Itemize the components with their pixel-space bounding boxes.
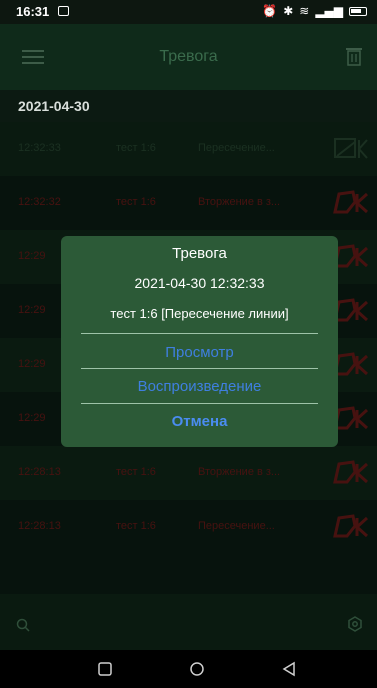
alarm-clock-icon: ⏰ — [262, 4, 278, 18]
divider — [81, 403, 318, 404]
cancel-button[interactable]: Отмена — [81, 407, 318, 437]
divider — [81, 368, 318, 369]
dialog-datetime: 2021-04-30 12:32:33 — [134, 275, 265, 291]
recent-apps-icon[interactable] — [96, 660, 114, 678]
status-bar: 16:31 ⏰ ✱ ≋ ▂▄▆ — [0, 0, 377, 24]
page-title: Тревога — [159, 48, 218, 65]
bluetooth-icon: ✱ — [283, 4, 294, 18]
status-time: 16:31 — [16, 4, 50, 19]
dialog-title: Тревога — [172, 245, 227, 262]
date-label: 2021-04-30 — [18, 98, 90, 114]
alarm-dialog: Тревога 2021-04-30 12:32:33 тест 1:6 [Пе… — [61, 236, 338, 447]
home-icon[interactable] — [188, 660, 206, 678]
back-icon[interactable] — [280, 660, 298, 678]
dialog-event: тест 1:6 [Пересечение линии] — [110, 306, 289, 321]
trash-icon[interactable] — [345, 46, 363, 66]
image-notification-icon — [58, 6, 69, 16]
system-nav-bar — [0, 650, 377, 688]
view-button[interactable]: Просмотр — [81, 338, 318, 368]
signal-icon: ▂▄▆ — [315, 4, 343, 18]
battery-icon — [349, 6, 367, 16]
date-header: 2021-04-30 — [0, 90, 377, 122]
wifi-icon: ≋ — [299, 4, 310, 18]
divider — [81, 333, 318, 334]
app-bar: Тревога — [0, 24, 377, 90]
bottom-toolbar — [0, 594, 377, 650]
playback-button[interactable]: Воспроизведение — [81, 372, 318, 402]
settings-icon[interactable] — [347, 616, 363, 632]
status-icons: ⏰ ✱ ≋ ▂▄▆ — [262, 4, 367, 18]
search-icon[interactable] — [16, 618, 30, 632]
